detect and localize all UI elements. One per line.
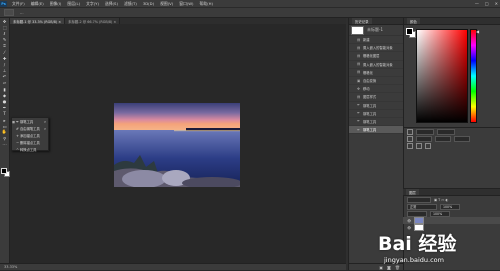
checkbox[interactable] [425, 142, 431, 149]
flyout-item[interactable]: + 添加锚点工具 [12, 132, 48, 139]
menu-window[interactable]: 窗口(W) [179, 1, 193, 7]
menu-type[interactable]: 文字(Y) [86, 1, 99, 7]
flyout-item[interactable]: ^ 转换点工具 [12, 146, 48, 153]
options-bar: … [0, 8, 500, 18]
history-state[interactable]: ▣ 自由变换 [349, 77, 403, 86]
checkbox[interactable] [407, 135, 413, 142]
flyout-item-label: 钢笔工具 [20, 120, 34, 124]
menu-view[interactable]: 视图(V) [160, 1, 173, 7]
flyout-item-shortcut: P [44, 119, 46, 124]
watermark-url: jingyan.baidu.com [384, 256, 444, 264]
color-field[interactable] [416, 29, 468, 123]
checkbox[interactable] [416, 142, 422, 149]
window-controls: — □ ✕ [475, 0, 498, 7]
snapshot-thumbnail [351, 25, 364, 35]
zoom-level[interactable]: 33.33% [4, 265, 17, 269]
flyout-item[interactable]: − 删除锚点工具 [12, 139, 48, 146]
history-snapshot[interactable]: 未标题-1 [349, 25, 403, 36]
menu-layer[interactable]: 图层(L) [67, 1, 80, 7]
tab-layers[interactable]: 图层 [406, 189, 419, 195]
history-state[interactable]: ▤ 新建 [349, 36, 403, 45]
history-state[interactable]: ▤ 图层样式 [349, 93, 403, 102]
menu-file[interactable]: 文件(F) [12, 1, 25, 7]
tool-preset-picker[interactable] [4, 9, 14, 16]
hue-slider-arrow-icon: ◀ [476, 29, 480, 34]
checkbox[interactable] [407, 142, 413, 149]
baidu-jingyan-watermark: Bai 经验 [378, 232, 457, 255]
tab-color[interactable]: 颜色 [407, 18, 420, 24]
hue-slider[interactable] [470, 29, 477, 123]
layer-row[interactable]: 👁 [403, 217, 500, 224]
history-state[interactable]: ▤ 置入嵌入的智能对象 [349, 61, 403, 69]
property-field[interactable] [416, 135, 432, 142]
opacity-field[interactable]: 100% [440, 203, 460, 210]
history-state-selected[interactable]: ✒ 钢笔工具 [349, 126, 403, 135]
new-document-from-state-icon[interactable]: ▣ [379, 265, 383, 270]
flyout-item-label: 添加锚点工具 [20, 134, 40, 138]
options-text: … [20, 10, 24, 15]
panel-foreground-swatch[interactable] [406, 28, 413, 35]
history-state[interactable]: ✒ 钢笔工具 [349, 110, 403, 118]
fill-field[interactable]: 100% [430, 210, 450, 217]
filter-icons: ▣ T ▭ ◐ [434, 197, 449, 202]
checkbox[interactable] [407, 128, 413, 135]
layer-filter-select[interactable] [407, 196, 431, 203]
menu-select[interactable]: 选择(S) [105, 1, 118, 7]
menu-filter[interactable]: 滤镜(T) [124, 1, 137, 7]
property-field[interactable] [435, 135, 451, 142]
flyout-item-shortcut: P [44, 126, 46, 131]
sunset-lake-image [114, 103, 240, 187]
property-field[interactable] [454, 135, 470, 142]
lock-options[interactable] [407, 210, 427, 217]
maximize-button[interactable]: □ [485, 1, 489, 6]
flyout-item-label: 自由钢笔工具 [20, 127, 40, 131]
menu-edit[interactable]: 编辑(E) [31, 1, 44, 7]
blend-mode-select[interactable]: 正常 [407, 203, 437, 210]
flyout-item[interactable]: ■ ✒ 钢笔工具 P [12, 118, 48, 125]
menu-bar: Ps 文件(F) 编辑(E) 图像(I) 图层(L) 文字(Y) 选择(S) 滤… [0, 0, 500, 8]
history-state[interactable]: ▤ 栅格化图层 [349, 52, 403, 61]
foreground-color-swatch[interactable] [1, 168, 7, 174]
history-state[interactable]: ▤ 栅格化 [349, 69, 403, 77]
pen-tool-flyout: ■ ✒ 钢笔工具 P ✐ 自由钢笔工具 P + 添加锚点工具 − 删除锚点工具 … [11, 117, 49, 153]
history-state[interactable]: ✒ 钢笔工具 [349, 118, 403, 127]
snapshot-label: 未标题-1 [367, 27, 383, 32]
document-image[interactable] [114, 103, 240, 187]
flyout-item[interactable]: ✐ 自由钢笔工具 P [12, 125, 48, 132]
close-button[interactable]: ✕ [495, 1, 498, 6]
property-field[interactable] [416, 128, 434, 135]
history-footer: ▣ ◙ 🗑 [349, 263, 403, 270]
camera-icon[interactable]: ◙ [387, 265, 391, 270]
properties-panel [403, 127, 500, 168]
history-state[interactable]: ✥ 移动 [349, 85, 403, 94]
tab-history[interactable]: 历史记录 [352, 18, 372, 24]
flyout-item-label: 转换点工具 [20, 148, 37, 152]
visibility-eye-icon[interactable]: 👁 [407, 219, 411, 223]
history-state[interactable]: ✒ 钢笔工具 [349, 102, 403, 110]
layer-thumbnail [414, 217, 425, 224]
flyout-item-label: 删除锚点工具 [20, 141, 40, 145]
photoshop-logo: Ps [0, 0, 7, 7]
status-bar: 33.33% [0, 263, 348, 270]
minimize-button[interactable]: — [475, 1, 479, 6]
menu-help[interactable]: 帮助(H) [200, 1, 213, 7]
menu-image[interactable]: 图像(I) [50, 1, 62, 7]
menu-3d[interactable]: 3D(D) [143, 1, 154, 6]
history-state[interactable]: ▤ 置入嵌入的智能对象 [349, 44, 403, 53]
trash-icon[interactable]: 🗑 [395, 265, 400, 270]
toolbar: ✥ ⬚ ℓ ✎ ⌗ ⁄ ✚ ∕ ⊥ ↶ ▱ ▮ ◆ ● ✒ T ▸ ▭ ✋ ⚲ … [0, 18, 10, 263]
more-tools-icon[interactable]: ⋯ [0, 142, 9, 148]
property-field[interactable] [437, 128, 455, 135]
